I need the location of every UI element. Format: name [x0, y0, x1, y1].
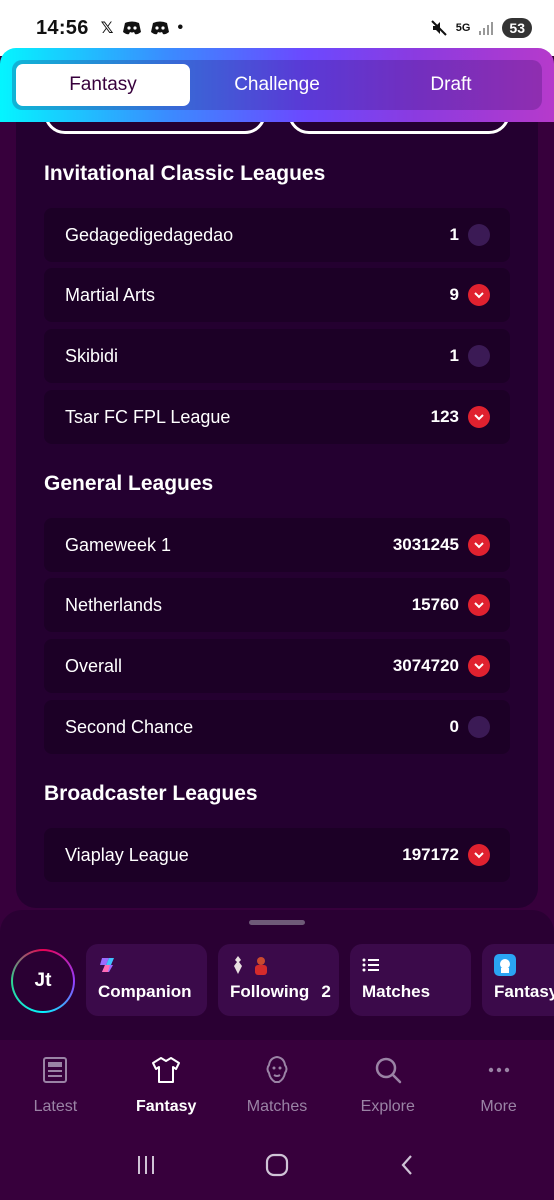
chip-label: Matches	[362, 982, 431, 1001]
tab-draft[interactable]: Draft	[364, 64, 538, 106]
league-rank: 9	[449, 285, 459, 304]
league-rank: 1	[449, 346, 459, 365]
discord-icon	[150, 21, 169, 35]
league-name: Netherlands	[65, 594, 163, 615]
rank-down-icon	[468, 594, 490, 616]
list-icon	[362, 954, 459, 976]
search-icon	[373, 1050, 403, 1090]
avatar[interactable]: Jt	[11, 949, 75, 1013]
x-icon: 𝕏	[100, 20, 114, 37]
league-rank: 197172	[402, 845, 459, 864]
rank-down-icon	[468, 284, 490, 306]
mute-icon	[431, 20, 447, 36]
home-icon[interactable]	[264, 1152, 290, 1178]
nav-more[interactable]: More	[443, 1040, 554, 1130]
leagues-panel: Invitational Classic Leagues Gedagediged…	[16, 122, 538, 908]
chip-label: Following 2	[230, 982, 331, 1002]
quick-access-sheet: Jt Companion Following 2 Matches Fantasy	[0, 910, 554, 1040]
recent-apps-icon[interactable]	[133, 1152, 159, 1178]
5g-icon: 5G	[455, 22, 471, 34]
status-time: 14:56	[36, 16, 89, 39]
nav-explore[interactable]: Explore	[332, 1040, 443, 1130]
chip-companion[interactable]: Companion	[86, 944, 207, 1016]
rank-same-icon	[468, 716, 490, 738]
notification-icons: 𝕏 •	[101, 18, 184, 38]
rank-down-icon	[468, 655, 490, 677]
tab-fantasy[interactable]: Fantasy	[16, 64, 190, 106]
nav-label: Matches	[246, 1098, 308, 1115]
league-name: Gedagedigedagedao	[65, 224, 234, 245]
league-row[interactable]: Overall 3074720	[44, 639, 510, 693]
rank-down-icon	[468, 406, 490, 428]
league-row[interactable]: Second Chance 0	[44, 700, 510, 754]
avatar-initials: Jt	[13, 951, 73, 1011]
game-mode-header: Fantasy Challenge Draft	[0, 48, 554, 122]
battery-indicator: 53	[502, 18, 532, 38]
league-row[interactable]: Tsar FC FPL League 123	[44, 390, 510, 444]
news-icon	[40, 1050, 70, 1090]
chip-label: Fantasy	[494, 982, 554, 1001]
nav-label: Latest	[33, 1098, 78, 1115]
system-navigation	[0, 1130, 554, 1200]
rank-same-icon	[468, 345, 490, 367]
dot-icon: •	[177, 19, 184, 36]
chip-label-text: Following	[230, 982, 310, 1001]
nav-label: Explore	[360, 1098, 415, 1115]
league-name: Second Chance	[65, 716, 194, 737]
league-name: Overall	[65, 655, 123, 676]
league-rank: 0	[449, 717, 459, 736]
drag-handle[interactable]	[249, 920, 305, 925]
tab-challenge[interactable]: Challenge	[190, 64, 364, 106]
league-rank: 15760	[411, 595, 459, 614]
chip-matches[interactable]: Matches	[350, 944, 471, 1016]
rank-down-icon	[468, 844, 490, 866]
nav-fantasy[interactable]: Fantasy	[111, 1040, 222, 1130]
partial-button-right[interactable]	[288, 122, 510, 134]
league-name: Tsar FC FPL League	[65, 406, 231, 427]
shirt-icon	[151, 1050, 181, 1090]
nav-label: Fantasy	[135, 1098, 197, 1115]
league-name: Viaplay League	[65, 844, 189, 865]
league-rank: 123	[430, 407, 459, 426]
league-row[interactable]: Viaplay League 197172	[44, 828, 510, 882]
league-row[interactable]: Gameweek 1 3031245	[44, 518, 510, 572]
chip-fantasy[interactable]: Fantasy	[482, 944, 554, 1016]
copilot-icon	[98, 954, 195, 976]
league-row[interactable]: Martial Arts 9	[44, 268, 510, 322]
following-count: 2	[321, 982, 331, 1001]
nav-label: More	[480, 1098, 517, 1115]
league-rank: 1	[449, 225, 459, 244]
league-name: Gameweek 1	[65, 534, 172, 555]
discord-icon	[122, 21, 141, 35]
league-row[interactable]: Netherlands 15760	[44, 578, 510, 632]
premier-league-icon	[494, 954, 542, 976]
league-rank: 3074720	[392, 656, 459, 675]
section-title-invitational: Invitational Classic Leagues	[44, 162, 326, 185]
back-icon[interactable]	[395, 1152, 421, 1178]
rank-same-icon	[468, 224, 490, 246]
lion-icon	[262, 1050, 292, 1090]
club-badges-icon	[230, 954, 327, 976]
section-title-broadcaster: Broadcaster Leagues	[44, 782, 258, 805]
rank-down-icon	[468, 534, 490, 556]
system-icons: 5G 53	[430, 18, 532, 38]
more-icon	[484, 1050, 514, 1090]
league-name: Skibidi	[65, 345, 119, 366]
nav-matches[interactable]: Matches	[222, 1040, 333, 1130]
league-row[interactable]: Gedagedigedagedao 1	[44, 208, 510, 262]
bottom-navigation: Latest Fantasy Matches Explore More	[0, 1040, 554, 1130]
signal-icon	[479, 22, 494, 35]
game-mode-switcher: Fantasy Challenge Draft	[12, 60, 542, 110]
chip-label: Companion	[98, 982, 192, 1001]
league-name: Martial Arts	[65, 284, 156, 305]
league-rank: 3031245	[392, 535, 459, 554]
section-title-general: General Leagues	[44, 472, 214, 495]
league-row[interactable]: Skibidi 1	[44, 329, 510, 383]
chip-following[interactable]: Following 2	[218, 944, 339, 1016]
partial-button-left[interactable]	[44, 122, 266, 134]
nav-latest[interactable]: Latest	[0, 1040, 111, 1130]
